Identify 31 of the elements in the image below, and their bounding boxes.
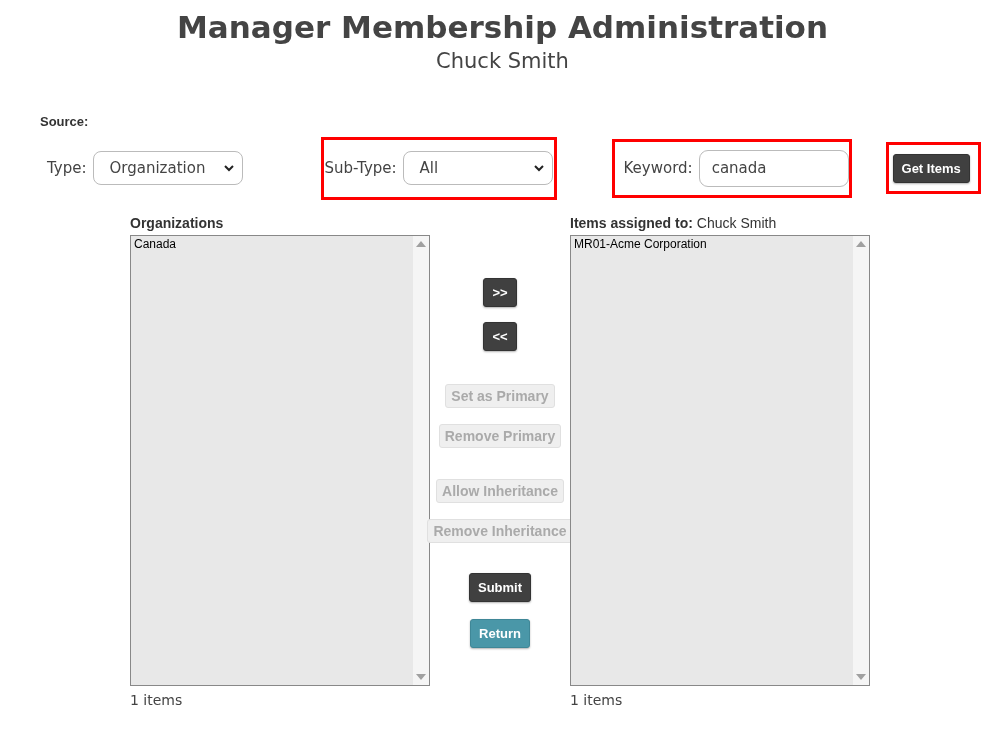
list-option[interactable]: Canada xyxy=(133,237,411,251)
field-label: Sub-Type: xyxy=(324,159,397,177)
chevron-down-icon xyxy=(533,164,544,172)
list-heading: Organizations xyxy=(130,215,225,233)
select-value: All xyxy=(419,159,439,177)
item-count: 1 items xyxy=(130,692,184,708)
action-button[interactable]: << xyxy=(483,322,517,351)
sub-type-select[interactable]: All xyxy=(402,151,553,185)
scroll-up-icon[interactable] xyxy=(856,240,866,247)
keyword-field[interactable]: canada xyxy=(698,149,849,187)
type-select[interactable]: Organization xyxy=(92,151,243,185)
page-subtitle: Chuck Smith xyxy=(435,48,570,75)
page-title: Manager Membership Administration xyxy=(176,8,829,47)
field-label: Keyword: xyxy=(623,159,693,177)
scroll-down-icon[interactable] xyxy=(416,674,426,681)
select-value: Organization xyxy=(109,159,206,177)
section-label: Source: xyxy=(40,114,89,129)
action-button[interactable]: >> xyxy=(483,278,517,307)
chevron-down-icon xyxy=(223,164,234,172)
scrollbar[interactable] xyxy=(413,236,429,685)
item-count: 1 items xyxy=(570,692,624,708)
action-button[interactable]: Submit xyxy=(468,573,532,602)
scroll-up-icon[interactable] xyxy=(416,240,426,247)
list-option[interactable]: MR01-Acme Corporation xyxy=(573,237,851,251)
scrollbar[interactable] xyxy=(853,236,869,685)
list-heading: Items assigned to: Chuck Smith xyxy=(570,215,778,233)
scroll-down-icon[interactable] xyxy=(856,674,866,681)
list-box[interactable]: MR01-Acme Corporation xyxy=(570,235,870,686)
field-label: Type: xyxy=(47,159,87,177)
list-box[interactable]: Canada xyxy=(130,235,430,686)
get-items-button[interactable]: Get Items xyxy=(892,153,970,183)
